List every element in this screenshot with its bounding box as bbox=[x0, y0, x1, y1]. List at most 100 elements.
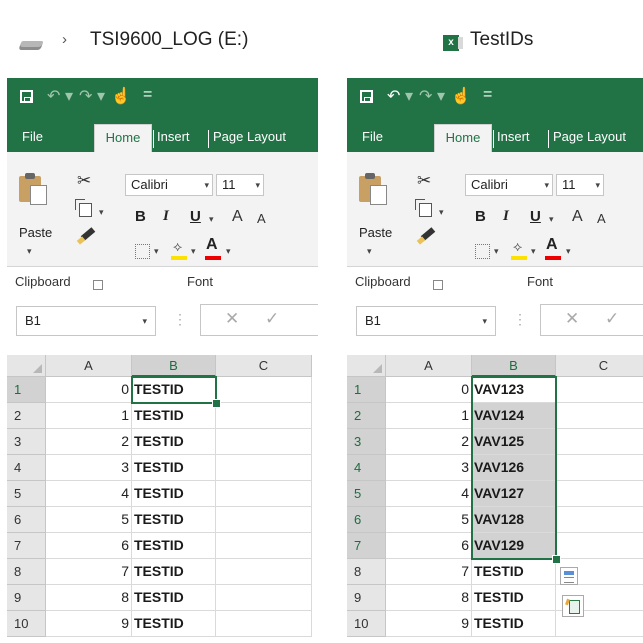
confirm-edit-icon[interactable]: ✓ bbox=[265, 309, 279, 329]
copy-icon[interactable] bbox=[75, 199, 92, 217]
tab-file[interactable]: File bbox=[22, 124, 54, 152]
cell-b[interactable]: TESTID bbox=[132, 481, 216, 507]
cell-a[interactable]: 1 bbox=[46, 403, 132, 429]
row-header[interactable]: 8 bbox=[347, 559, 386, 585]
italic-button[interactable]: I bbox=[163, 208, 169, 225]
paste-clipboard-icon[interactable] bbox=[359, 173, 387, 205]
redo-dropdown-icon[interactable]: ▾ bbox=[437, 86, 445, 106]
paste-clipboard-icon[interactable] bbox=[19, 173, 47, 205]
cell-c[interactable] bbox=[216, 533, 312, 559]
cell-a[interactable]: 9 bbox=[46, 611, 132, 637]
name-box[interactable]: B1 ▾ bbox=[16, 306, 156, 336]
row-header[interactable]: 7 bbox=[347, 533, 386, 559]
cell-b[interactable]: VAV123 bbox=[472, 377, 556, 403]
bold-button[interactable]: B bbox=[135, 208, 146, 225]
cell-b[interactable]: TESTID bbox=[132, 507, 216, 533]
column-header-a[interactable]: A bbox=[46, 355, 132, 377]
paste-button[interactable]: Paste bbox=[359, 225, 392, 240]
column-header-c[interactable]: C bbox=[556, 355, 643, 377]
cell-a[interactable]: 9 bbox=[386, 611, 472, 637]
customize-qat-icon[interactable]: = bbox=[483, 86, 492, 104]
row-header[interactable]: 2 bbox=[7, 403, 46, 429]
bold-button[interactable]: B bbox=[475, 208, 486, 225]
flash-fill-options-icon[interactable] bbox=[562, 595, 584, 617]
cell-a[interactable]: 0 bbox=[46, 377, 132, 403]
cell-b[interactable]: VAV126 bbox=[472, 455, 556, 481]
cell-c[interactable] bbox=[216, 455, 312, 481]
chevron-down-icon[interactable]: ▾ bbox=[482, 307, 487, 335]
cell-b[interactable]: TESTID bbox=[132, 611, 216, 637]
drive-path[interactable]: TSI9600_LOG (E:) bbox=[90, 29, 248, 51]
cell-a[interactable]: 7 bbox=[46, 559, 132, 585]
cell-a[interactable]: 6 bbox=[386, 533, 472, 559]
paste-dropdown-icon[interactable]: ▾ bbox=[27, 246, 32, 257]
paste-button[interactable]: Paste bbox=[19, 225, 52, 240]
column-header-a[interactable]: A bbox=[386, 355, 472, 377]
tab-insert[interactable]: Insert bbox=[497, 124, 545, 152]
cell-a[interactable]: 1 bbox=[386, 403, 472, 429]
row-header[interactable]: 6 bbox=[347, 507, 386, 533]
tab-home[interactable]: Home bbox=[94, 124, 152, 152]
clipboard-launcher-icon[interactable] bbox=[93, 280, 103, 290]
select-all-corner[interactable] bbox=[7, 355, 46, 377]
cell-c[interactable] bbox=[556, 377, 643, 403]
borders-dropdown-icon[interactable]: ▾ bbox=[494, 246, 499, 257]
grow-font-button[interactable]: A bbox=[572, 208, 583, 226]
fill-color-bucket-icon[interactable]: ⟡ bbox=[513, 238, 522, 255]
paste-dropdown-icon[interactable]: ▾ bbox=[367, 246, 372, 257]
cell-c[interactable] bbox=[216, 507, 312, 533]
row-header[interactable]: 9 bbox=[7, 585, 46, 611]
tab-home[interactable]: Home bbox=[434, 124, 492, 152]
cell-a[interactable]: 8 bbox=[46, 585, 132, 611]
cell-b[interactable]: TESTID bbox=[472, 585, 556, 611]
row-header[interactable]: 9 bbox=[347, 585, 386, 611]
row-header[interactable]: 10 bbox=[347, 611, 386, 637]
grow-font-button[interactable]: A bbox=[232, 208, 243, 226]
row-header[interactable]: 5 bbox=[7, 481, 46, 507]
font-color-button[interactable]: A bbox=[206, 236, 218, 254]
cell-b[interactable]: TESTID bbox=[132, 585, 216, 611]
redo-icon[interactable]: ↷ bbox=[79, 86, 92, 106]
cell-a[interactable]: 8 bbox=[386, 585, 472, 611]
cancel-edit-icon[interactable]: ✕ bbox=[225, 309, 239, 329]
select-all-corner[interactable] bbox=[347, 355, 386, 377]
row-header[interactable]: 1 bbox=[347, 377, 386, 403]
row-header[interactable]: 10 bbox=[7, 611, 46, 637]
cell-a[interactable]: 0 bbox=[386, 377, 472, 403]
cell-b[interactable]: VAV127 bbox=[472, 481, 556, 507]
cell-c[interactable] bbox=[216, 559, 312, 585]
cell-a[interactable]: 2 bbox=[46, 429, 132, 455]
cell-a[interactable]: 4 bbox=[386, 481, 472, 507]
row-header[interactable]: 3 bbox=[7, 429, 46, 455]
underline-button[interactable]: U bbox=[530, 208, 541, 225]
tab-insert[interactable]: Insert bbox=[157, 124, 205, 152]
fill-color-dropdown-icon[interactable]: ▾ bbox=[531, 246, 536, 257]
cell-a[interactable]: 2 bbox=[386, 429, 472, 455]
cell-c[interactable] bbox=[556, 507, 643, 533]
copy-dropdown-icon[interactable]: ▾ bbox=[99, 207, 104, 218]
cancel-edit-icon[interactable]: ✕ bbox=[565, 309, 579, 329]
row-header[interactable]: 3 bbox=[347, 429, 386, 455]
font-name-select[interactable]: Calibri ▾ bbox=[125, 174, 213, 196]
copy-dropdown-icon[interactable]: ▾ bbox=[439, 207, 444, 218]
tab-file[interactable]: File bbox=[362, 124, 394, 152]
shrink-font-button[interactable]: A bbox=[597, 211, 606, 226]
font-size-select[interactable]: 11 ▾ bbox=[556, 174, 604, 196]
row-header[interactable]: 8 bbox=[7, 559, 46, 585]
cell-b[interactable]: TESTID bbox=[132, 455, 216, 481]
cell-c[interactable] bbox=[216, 611, 312, 637]
cell-b[interactable]: TESTID bbox=[132, 559, 216, 585]
chevron-down-icon[interactable]: ▾ bbox=[255, 175, 260, 195]
cell-c[interactable] bbox=[556, 403, 643, 429]
quick-analysis-icon[interactable] bbox=[560, 567, 578, 585]
column-header-c[interactable]: C bbox=[216, 355, 312, 377]
row-header[interactable]: 7 bbox=[7, 533, 46, 559]
customize-qat-icon[interactable]: = bbox=[143, 86, 152, 104]
cell-b[interactable]: TESTID bbox=[132, 377, 216, 403]
formula-bar-grip-icon[interactable]: ⋮ bbox=[173, 311, 187, 328]
chevron-down-icon[interactable]: ▾ bbox=[142, 307, 147, 335]
font-color-dropdown-icon[interactable]: ▾ bbox=[226, 246, 231, 257]
borders-icon[interactable] bbox=[135, 244, 150, 259]
tab-page-layout[interactable]: Page Layout bbox=[553, 124, 643, 152]
row-header[interactable]: 1 bbox=[7, 377, 46, 403]
